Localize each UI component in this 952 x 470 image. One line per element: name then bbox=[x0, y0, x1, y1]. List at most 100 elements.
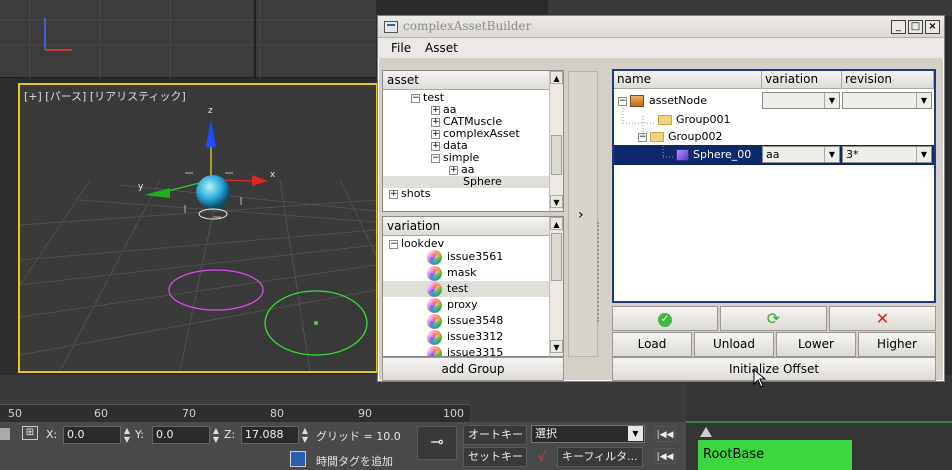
curve-editor-icon[interactable]: √ bbox=[531, 447, 553, 467]
tick-label: 70 bbox=[182, 407, 196, 420]
higher-button[interactable]: Higher bbox=[858, 332, 936, 357]
complex-asset-builder-dialog: complexAssetBuilder _ □ × File Asset ass… bbox=[377, 15, 945, 388]
absolute-mode-icon[interactable]: ⊞ bbox=[22, 426, 38, 440]
collapse-icon[interactable]: − bbox=[389, 239, 398, 249]
prev-key-icon[interactable]: |◀◀ bbox=[654, 448, 676, 464]
material-sphere-icon bbox=[427, 297, 442, 313]
expand-icon[interactable]: + bbox=[431, 105, 440, 115]
check-icon: ✓ bbox=[658, 313, 672, 327]
asset-tree-scrollbar[interactable]: ▲ ▼ bbox=[549, 71, 563, 211]
delete-button[interactable]: ✕ bbox=[829, 306, 936, 331]
lock-icon[interactable] bbox=[0, 428, 10, 440]
variation-list-pane[interactable]: variation − lookdev issue3561 mask test p… bbox=[382, 216, 564, 357]
perspective-viewport[interactable]: z y x [+] [パース] [リアリスティック] bbox=[18, 83, 378, 373]
tick-label: 80 bbox=[270, 407, 284, 420]
initialize-offset-button[interactable]: Initialize Offset bbox=[612, 357, 936, 381]
scroll-up-icon[interactable]: ▲ bbox=[550, 217, 563, 230]
key-icon[interactable]: ⊸ bbox=[417, 426, 457, 460]
key-filter-button[interactable]: キーフィルタ... bbox=[557, 447, 643, 467]
scroll-down-icon[interactable]: ▼ bbox=[550, 340, 563, 353]
apply-button[interactable]: ✓ bbox=[612, 306, 718, 331]
variation-item[interactable]: issue3548 bbox=[383, 313, 503, 329]
svg-text:x: x bbox=[270, 170, 276, 180]
tick-label: 60 bbox=[94, 407, 108, 420]
scroll-thumb[interactable] bbox=[551, 233, 562, 281]
autokey-button[interactable]: オートキー bbox=[463, 425, 527, 445]
expand-icon[interactable]: + bbox=[449, 165, 458, 175]
variation-item[interactable]: mask bbox=[383, 265, 477, 281]
delete-icon: ✕ bbox=[875, 309, 890, 328]
perspective-scene: z y x bbox=[20, 106, 376, 371]
expand-icon[interactable]: + bbox=[389, 189, 398, 199]
expand-icon[interactable]: + bbox=[431, 129, 440, 139]
material-sphere-icon bbox=[427, 249, 442, 265]
chevron-down-icon[interactable]: ▼ bbox=[628, 426, 643, 441]
asset-tree-pane[interactable]: asset − test + aa + CATMuscle + complexAsset… bbox=[382, 70, 564, 212]
time-ruler[interactable]: 50 60 70 80 90 100 bbox=[0, 404, 470, 422]
viewport-label[interactable]: [+] [パース] [リアリスティック] bbox=[24, 88, 186, 104]
tick-label: 90 bbox=[358, 407, 372, 420]
variation-item-selected[interactable]: test bbox=[383, 281, 549, 297]
variation-list-header[interactable]: variation bbox=[383, 217, 549, 236]
lower-button[interactable]: Lower bbox=[776, 332, 856, 357]
material-sphere-icon bbox=[427, 281, 442, 297]
variation-item[interactable]: issue3315 bbox=[383, 345, 503, 356]
setkey-button[interactable]: セットキー bbox=[463, 447, 527, 467]
menu-asset[interactable]: Asset bbox=[425, 41, 458, 55]
close-icon[interactable]: × bbox=[925, 20, 940, 34]
top-toolbar-strip bbox=[548, 0, 952, 16]
x-label: X: bbox=[46, 428, 58, 441]
scroll-down-icon[interactable]: ▼ bbox=[550, 195, 563, 208]
ground-grid bbox=[20, 179, 376, 371]
material-sphere-icon bbox=[427, 313, 442, 329]
collapse-icon[interactable]: − bbox=[431, 153, 440, 163]
title-bar[interactable]: complexAssetBuilder _ □ × bbox=[378, 16, 944, 38]
tree-item-shots[interactable]: + shots bbox=[389, 188, 430, 200]
svg-text:z: z bbox=[208, 106, 213, 116]
unload-button[interactable]: Unload bbox=[694, 332, 774, 357]
variation-item[interactable]: issue3561 bbox=[383, 249, 503, 265]
x-spinner[interactable]: ▲ ▼ bbox=[122, 426, 132, 444]
grid-size-text: グリッド = 10.0 bbox=[316, 430, 401, 443]
time-tag-icon[interactable] bbox=[290, 451, 306, 467]
refresh-button[interactable]: ⟳ bbox=[720, 306, 827, 331]
minimize-icon[interactable]: _ bbox=[891, 20, 906, 34]
x-field[interactable]: 0.0 bbox=[63, 426, 121, 444]
material-sphere-icon bbox=[427, 329, 442, 345]
variation-item[interactable]: issue3312 bbox=[383, 329, 503, 345]
z-label: Z: bbox=[224, 428, 236, 441]
collapse-icon[interactable]: − bbox=[411, 93, 420, 103]
menu-bar: File Asset bbox=[378, 38, 944, 58]
scroll-up-icon[interactable]: ▲ bbox=[550, 71, 563, 84]
asset-tree-header[interactable]: asset bbox=[383, 71, 549, 90]
tick-label: 50 bbox=[8, 407, 22, 420]
refresh-icon: ⟳ bbox=[766, 309, 781, 328]
z-spinner[interactable]: ▲ ▼ bbox=[300, 426, 310, 444]
circle-shape-magenta bbox=[168, 269, 264, 311]
load-button[interactable]: Load bbox=[612, 332, 692, 357]
window-title: complexAssetBuilder bbox=[403, 19, 532, 33]
splitter-handle[interactable]: › bbox=[568, 71, 599, 357]
variation-item[interactable]: proxy bbox=[383, 297, 478, 313]
expand-icon[interactable]: + bbox=[431, 141, 440, 151]
add-group-button[interactable]: add Group bbox=[382, 357, 564, 381]
material-sphere-icon bbox=[427, 345, 442, 356]
go-to-start-icon[interactable]: |◀◀ bbox=[654, 426, 676, 442]
status-bar: ⊞ X: 0.0 ▲ ▼ Y: 0.0 ▲ ▼ Z: 17.088 ▲ ▼ グリッド … bbox=[0, 422, 690, 470]
material-sphere-icon bbox=[427, 265, 442, 281]
menu-file[interactable]: File bbox=[391, 41, 411, 55]
y-field[interactable]: 0.0 bbox=[152, 426, 210, 444]
chevron-right-icon[interactable]: › bbox=[578, 207, 584, 223]
scroll-thumb[interactable] bbox=[551, 135, 562, 175]
maximize-icon[interactable]: □ bbox=[908, 20, 923, 34]
app-icon bbox=[384, 21, 398, 33]
y-spinner[interactable]: ▲ ▼ bbox=[211, 426, 221, 444]
top-viewport[interactable] bbox=[0, 0, 376, 78]
asset-node-grid[interactable]: name variation revision − assetNode ▼ ▼ G… bbox=[612, 69, 936, 303]
rootbase-node[interactable]: RootBase bbox=[698, 440, 852, 470]
expand-icon[interactable]: + bbox=[431, 117, 440, 127]
variation-list-scrollbar[interactable]: ▲ ▼ bbox=[549, 217, 563, 356]
tree-item-test[interactable]: − test bbox=[411, 92, 444, 104]
z-field[interactable]: 17.088 bbox=[241, 426, 299, 444]
add-time-tag-text[interactable]: 時間タグを追加 bbox=[316, 453, 393, 469]
